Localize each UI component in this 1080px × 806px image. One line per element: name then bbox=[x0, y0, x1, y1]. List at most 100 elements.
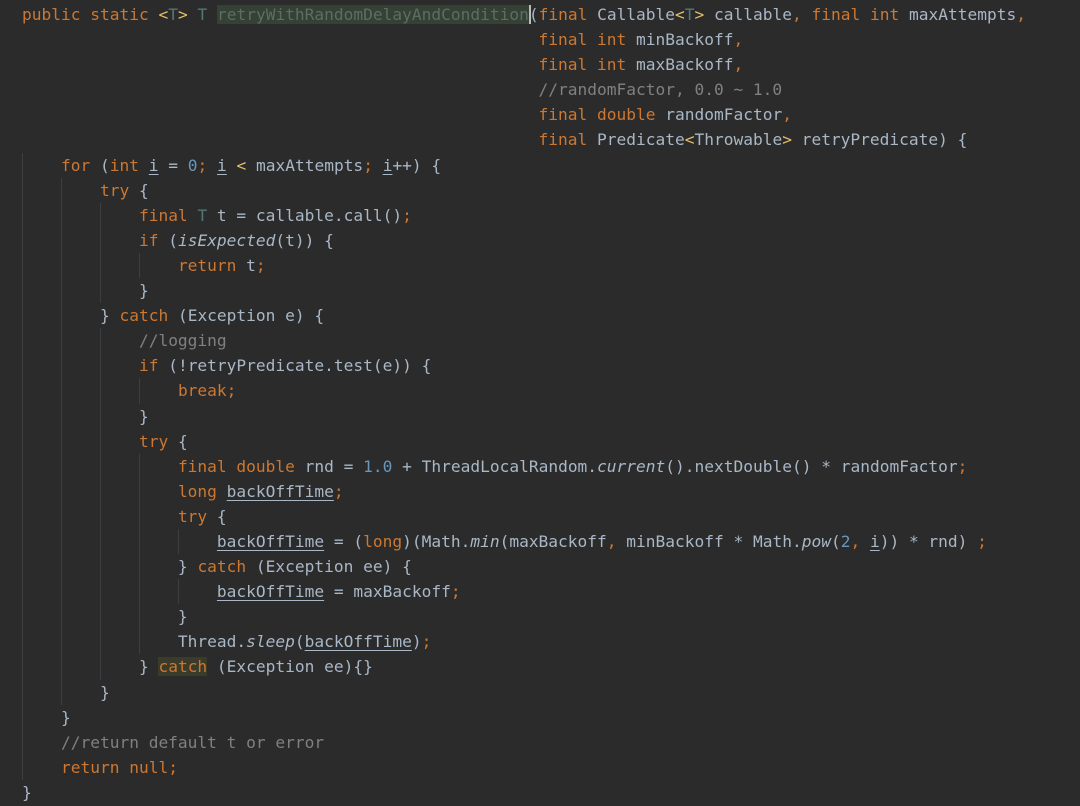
indent-guide bbox=[99, 353, 101, 379]
indent-guide bbox=[60, 403, 62, 429]
code-line-text: } bbox=[22, 607, 188, 627]
indent-guide bbox=[99, 378, 101, 404]
code-editor[interactable]: public static <T> T retryWithRandomDelay… bbox=[0, 0, 1080, 806]
code-line-text: } bbox=[22, 682, 110, 702]
indent-guide bbox=[99, 579, 101, 605]
indent-guide bbox=[60, 278, 62, 304]
code-line[interactable]: //randomFactor, 0.0 ~ 1.0 bbox=[0, 77, 1026, 102]
code-line-text: public static <T> T retryWithRandomDelay… bbox=[22, 5, 1026, 24]
indent-guide bbox=[99, 654, 101, 680]
code-line[interactable]: return t; bbox=[0, 252, 1026, 279]
code-line[interactable]: Thread.sleep(backOffTime); bbox=[0, 629, 1026, 655]
indent-guide bbox=[138, 604, 140, 630]
indent-guide bbox=[60, 554, 62, 580]
code-text-area[interactable]: public static <T> T retryWithRandomDelay… bbox=[0, 2, 1026, 805]
code-line-text: try { bbox=[138, 431, 188, 451]
indent-guide bbox=[99, 252, 101, 279]
indent-guide bbox=[22, 328, 23, 354]
code-line-text: final double rnd = 1.0 + ThreadLocalRand… bbox=[177, 456, 968, 476]
indent-guide bbox=[99, 503, 101, 529]
indent-guide bbox=[99, 554, 101, 580]
indent-guide bbox=[22, 604, 23, 630]
code-line[interactable]: long backOffTime; bbox=[0, 478, 1026, 504]
code-line[interactable]: } bbox=[0, 403, 1026, 429]
code-line[interactable]: break; bbox=[0, 378, 1026, 404]
code-line[interactable]: backOffTime = maxBackoff; bbox=[0, 579, 1026, 605]
code-line[interactable]: } bbox=[0, 780, 1026, 805]
indent-guide bbox=[60, 353, 62, 379]
code-line-text: //logging bbox=[138, 331, 227, 351]
code-line[interactable]: final int minBackoff, bbox=[0, 27, 1026, 52]
indent-guide bbox=[60, 252, 62, 279]
indent-guide bbox=[99, 604, 101, 630]
code-line-text: } catch (Exception ee){} bbox=[22, 657, 373, 677]
code-line-text: final Predicate<Throwable> retryPredicat… bbox=[538, 130, 968, 150]
code-line[interactable]: final T t = callable.call(); bbox=[0, 202, 1026, 228]
code-line-text: } catch (Exception e) { bbox=[22, 306, 325, 326]
code-line[interactable]: } catch (Exception ee){} bbox=[0, 654, 1026, 680]
indent-guide bbox=[60, 528, 62, 555]
indent-guide bbox=[60, 177, 62, 203]
code-line[interactable]: } catch (Exception ee) { bbox=[0, 554, 1026, 580]
text-cursor bbox=[528, 5, 531, 24]
indent-guide bbox=[60, 579, 62, 605]
indent-guide bbox=[22, 227, 23, 253]
code-line[interactable]: try { bbox=[0, 177, 1026, 203]
indent-guide bbox=[22, 754, 23, 780]
code-line[interactable]: for (int i = 0; i < maxAttempts; i++) { bbox=[0, 152, 1026, 178]
code-line[interactable]: } bbox=[0, 704, 1026, 730]
indent-guide bbox=[22, 503, 23, 529]
code-line[interactable]: final int maxBackoff, bbox=[0, 52, 1026, 77]
code-line[interactable]: backOffTime = (long)(Math.min(maxBackoff… bbox=[0, 528, 1026, 555]
indent-guide bbox=[99, 403, 101, 429]
indent-guide bbox=[138, 252, 140, 279]
code-line-text: } bbox=[22, 782, 32, 802]
code-line[interactable]: final double randomFactor, bbox=[0, 102, 1026, 127]
indent-guide bbox=[138, 478, 140, 504]
code-line[interactable]: if (!retryPredicate.test(e)) { bbox=[0, 353, 1026, 379]
indent-guide bbox=[60, 604, 62, 630]
code-line-text: } bbox=[22, 281, 149, 301]
indent-guide bbox=[99, 453, 101, 479]
code-line-text: for (int i = 0; i < maxAttempts; i++) { bbox=[60, 155, 442, 175]
code-line-text: try { bbox=[177, 506, 227, 526]
indent-guide bbox=[99, 328, 101, 354]
code-line[interactable]: if (isExpected(t)) { bbox=[0, 227, 1026, 253]
code-line-text: break; bbox=[177, 381, 237, 401]
indent-guide bbox=[99, 428, 101, 454]
code-line[interactable]: } bbox=[0, 679, 1026, 705]
indent-guide bbox=[22, 654, 23, 680]
indent-guide bbox=[60, 227, 62, 253]
code-line-text: } catch (Exception ee) { bbox=[22, 557, 412, 577]
code-line[interactable]: } bbox=[0, 278, 1026, 304]
code-line[interactable]: final double rnd = 1.0 + ThreadLocalRand… bbox=[0, 453, 1026, 479]
code-line-text: long backOffTime; bbox=[177, 481, 344, 501]
code-line[interactable]: public static <T> T retryWithRandomDelay… bbox=[0, 2, 1026, 27]
indent-guide bbox=[22, 152, 23, 178]
indent-guide bbox=[99, 202, 101, 228]
indent-guide bbox=[60, 478, 62, 504]
code-line[interactable]: try { bbox=[0, 503, 1026, 529]
code-line[interactable]: final Predicate<Throwable> retryPredicat… bbox=[0, 127, 1026, 152]
code-line-text: final T t = callable.call(); bbox=[138, 205, 412, 225]
code-line[interactable]: return null; bbox=[0, 754, 1026, 780]
indent-guide bbox=[99, 478, 101, 504]
indent-guide bbox=[22, 579, 23, 605]
code-line[interactable]: try { bbox=[0, 428, 1026, 454]
indent-guide bbox=[60, 428, 62, 454]
code-line[interactable]: } bbox=[0, 604, 1026, 630]
code-line[interactable]: //logging bbox=[0, 328, 1026, 354]
code-line-text: backOffTime = (long)(Math.min(maxBackoff… bbox=[216, 531, 987, 551]
indent-guide bbox=[99, 629, 101, 655]
code-line-text: return null; bbox=[60, 757, 178, 777]
code-line[interactable]: //return default t or error bbox=[0, 729, 1026, 755]
indent-guide bbox=[22, 378, 23, 404]
code-line-text: return t; bbox=[177, 255, 266, 275]
code-line-text: try { bbox=[99, 180, 149, 200]
indent-guide bbox=[99, 227, 101, 253]
indent-guide bbox=[138, 528, 140, 555]
indent-guide bbox=[138, 453, 140, 479]
indent-guide bbox=[22, 252, 23, 279]
code-line[interactable]: } catch (Exception e) { bbox=[0, 303, 1026, 329]
code-line-text: final int minBackoff, bbox=[538, 30, 744, 50]
